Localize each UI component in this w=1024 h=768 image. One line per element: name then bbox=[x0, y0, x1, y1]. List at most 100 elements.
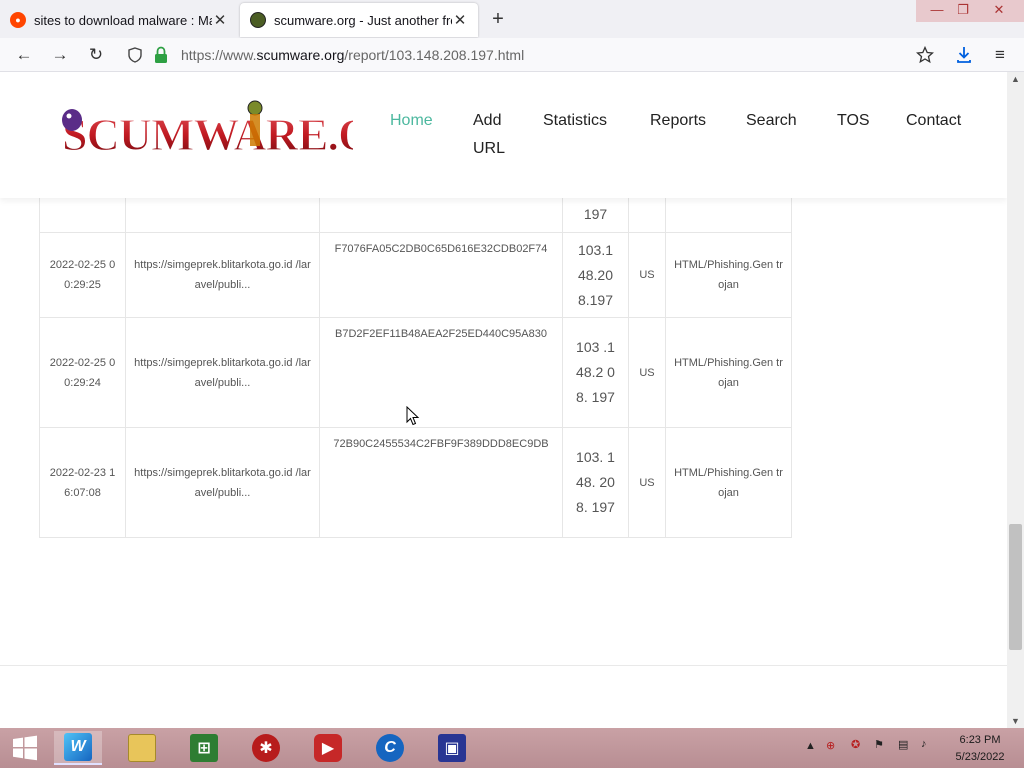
scroll-up-arrow-icon[interactable]: ▲ bbox=[1011, 74, 1020, 84]
bookmark-star-icon[interactable] bbox=[916, 46, 934, 64]
taskbar-app-image-viewer[interactable]: ▣ bbox=[428, 731, 476, 765]
site-header: SCUMWARE.ORG Home Add URL Statistics Rep… bbox=[0, 72, 1007, 198]
windows-logo-icon bbox=[13, 735, 37, 761]
menu-tos[interactable]: TOS bbox=[837, 112, 870, 130]
navigation-toolbar: ← → ↻ https://www.scumware.org/report/10… bbox=[0, 38, 1024, 72]
close-tab-icon[interactable]: ✕ bbox=[452, 11, 468, 29]
ip-text: 103. 148. 208. 197 bbox=[576, 449, 615, 515]
ccleaner-icon: C bbox=[376, 734, 404, 762]
address-bar[interactable]: https://www.scumware.org/report/103.148.… bbox=[120, 41, 950, 69]
country-cell: US bbox=[629, 318, 666, 427]
ip-cell: 103.1 48.20 8.197 bbox=[563, 233, 629, 317]
page-scrollbar[interactable]: ▲ ▼ bbox=[1007, 72, 1024, 728]
new-tab-button[interactable]: + bbox=[487, 8, 509, 31]
country-cell: US bbox=[629, 233, 666, 317]
close-window-button[interactable]: ✕ bbox=[978, 0, 1020, 20]
file-explorer-icon bbox=[128, 734, 156, 762]
url-cell[interactable]: https://simgeprek.blitarkota.go.id /lara… bbox=[126, 233, 320, 317]
lock-icon[interactable] bbox=[154, 46, 168, 64]
detection-cell: HTML/Phishing.Gen trojan bbox=[666, 233, 792, 317]
taskbar-app-recorder[interactable]: ▶ bbox=[304, 731, 352, 765]
menu-statistics[interactable]: Statistics bbox=[543, 112, 607, 130]
tray-security-icon[interactable]: ✪ bbox=[851, 738, 860, 751]
taskbar-app-ccleaner[interactable]: C bbox=[366, 731, 414, 765]
detection-cell: HTML/Phishing.Gen trojan bbox=[666, 428, 792, 537]
menu-home[interactable]: Home bbox=[390, 112, 433, 130]
date-cell: 2022-02-23 16:07:08 bbox=[39, 428, 126, 537]
scumware-logo[interactable]: SCUMWARE.ORG bbox=[58, 98, 353, 170]
taskbar-app-file-explorer[interactable] bbox=[118, 731, 166, 765]
security-app-icon: ✱ bbox=[252, 734, 280, 762]
taskbar-app-store[interactable]: ⊞ bbox=[180, 731, 228, 765]
tab-scumware[interactable]: scumware.org - Just another free a ✕ bbox=[240, 3, 478, 37]
hash-link[interactable]: 72B90C2455534C2FBF9F389DDD8EC9DB bbox=[333, 434, 548, 454]
ip-cell: 103. 148. 208. 197 bbox=[563, 428, 629, 537]
start-button[interactable] bbox=[0, 731, 50, 765]
hash-cell: B7D2F2EF11B48AEA2F25ED440C95A830 bbox=[320, 318, 563, 427]
date-cell: 2022-02-25 00:29:25 bbox=[39, 233, 126, 317]
tab-title: sites to download malware : Malw bbox=[34, 12, 212, 28]
clock-date: 5/23/2022 bbox=[955, 751, 1005, 763]
detection-text: HTML/Phishing.Gen trojan bbox=[674, 356, 783, 389]
date-cell: 2022-02-25 00:29:24 bbox=[39, 318, 126, 427]
volume-muted-icon[interactable]: ♪ bbox=[921, 738, 927, 750]
shield-icon[interactable] bbox=[127, 47, 143, 63]
url-link[interactable]: https://simgeprek.blitarkota.go.id /lara… bbox=[126, 353, 319, 393]
clock-time: 6:23 PM bbox=[959, 734, 1001, 746]
taskbar-app-red-shield[interactable]: ✱ bbox=[242, 731, 290, 765]
close-tab-icon[interactable]: ✕ bbox=[212, 11, 228, 29]
ip-text: 103.1 48.20 8.197 bbox=[577, 241, 614, 308]
reddit-icon: ● bbox=[10, 12, 26, 28]
hash-link[interactable]: B7D2F2EF11B48AEA2F25ED440C95A830 bbox=[335, 324, 547, 344]
back-arrow-icon[interactable]: ← bbox=[12, 44, 36, 66]
hash-link[interactable]: F7076FA05C2DB0C65D616E32CDB02F74 bbox=[335, 239, 548, 259]
flag-icon[interactable]: ⚑ bbox=[874, 738, 884, 751]
footer-divider bbox=[0, 665, 1007, 666]
url-link[interactable]: https://simgeprek.blitarkota.go.id /lara… bbox=[126, 255, 319, 295]
date-text: 2022-02-25 00:29:25 bbox=[49, 259, 116, 291]
date-text: 2022-02-23 16:07:08 bbox=[49, 466, 116, 499]
date-text: 2022-02-25 00:29:24 bbox=[49, 356, 116, 389]
ip-cell: 103 .148.2 08. 197 bbox=[563, 318, 629, 427]
tab-reddit[interactable]: ● sites to download malware : Malw ✕ bbox=[0, 3, 238, 37]
system-clock[interactable]: 6:23 PM 5/23/2022 bbox=[950, 732, 1010, 766]
tray-app-icon[interactable]: ⊕ bbox=[826, 739, 835, 752]
windows-taskbar: W ⊞ ✱ ▶ C ▣ ▲ ⊕ ✪ ⚑ ▤ ♪ 6:23 PM 5/23/202… bbox=[0, 728, 1024, 768]
country-cell: US bbox=[629, 428, 666, 537]
menu-contact[interactable]: Contact bbox=[906, 112, 961, 130]
url-cell[interactable]: https://simgeprek.blitarkota.go.id /lara… bbox=[126, 428, 320, 537]
taskbar-app-waterfox[interactable]: W bbox=[54, 731, 102, 765]
scroll-down-arrow-icon[interactable]: ▼ bbox=[1011, 716, 1020, 726]
restore-button[interactable]: ❐ bbox=[944, 0, 982, 20]
table-row: 2022-02-25 00:29:25 https://simgeprek.bl… bbox=[39, 233, 792, 318]
detection-cell: HTML/Phishing.Gen trojan bbox=[666, 318, 792, 427]
menu-reports[interactable]: Reports bbox=[650, 112, 706, 130]
store-icon: ⊞ bbox=[190, 734, 218, 762]
forward-arrow-icon[interactable]: → bbox=[48, 44, 72, 66]
downloads-icon[interactable] bbox=[955, 45, 973, 65]
show-hidden-icons-icon[interactable]: ▲ bbox=[805, 740, 816, 752]
detection-text: HTML/Phishing.Gen trojan bbox=[674, 259, 783, 291]
table-row: 2022-02-23 16:07:08 https://simgeprek.bl… bbox=[39, 428, 792, 538]
url-path: /report/103.148.208.197.html bbox=[344, 47, 525, 63]
ip-text: 103 .148.2 08. 197 bbox=[576, 339, 615, 405]
url-prefix: https://www. bbox=[181, 47, 257, 63]
reload-icon[interactable]: ↻ bbox=[84, 44, 108, 66]
hash-cell: 72B90C2455534C2FBF9F389DDD8EC9DB bbox=[320, 428, 563, 537]
url-text: https://www.scumware.org/report/103.148.… bbox=[181, 47, 524, 63]
detection-text: HTML/Phishing.Gen trojan bbox=[674, 466, 783, 499]
hamburger-menu-icon[interactable]: ≡ bbox=[988, 44, 1012, 66]
scrollbar-thumb[interactable] bbox=[1009, 524, 1022, 650]
url-cell[interactable]: https://simgeprek.blitarkota.go.id /lara… bbox=[126, 318, 320, 427]
tab-title: scumware.org - Just another free a bbox=[274, 12, 452, 28]
browser-tab-strip: ● sites to download malware : Malw ✕ scu… bbox=[0, 0, 1024, 38]
network-icon[interactable]: ▤ bbox=[898, 738, 908, 751]
url-link[interactable]: https://simgeprek.blitarkota.go.id /lara… bbox=[126, 463, 319, 503]
image-viewer-icon: ▣ bbox=[438, 734, 466, 762]
menu-search[interactable]: Search bbox=[746, 112, 797, 130]
menu-add-url[interactable]: Add URL bbox=[473, 107, 513, 163]
waterfox-icon: W bbox=[64, 733, 92, 761]
web-page: SCUMWARE.ORG Home Add URL Statistics Rep… bbox=[0, 72, 1007, 728]
hash-cell: F7076FA05C2DB0C65D616E32CDB02F74 bbox=[320, 233, 563, 317]
video-recorder-icon: ▶ bbox=[314, 734, 342, 762]
